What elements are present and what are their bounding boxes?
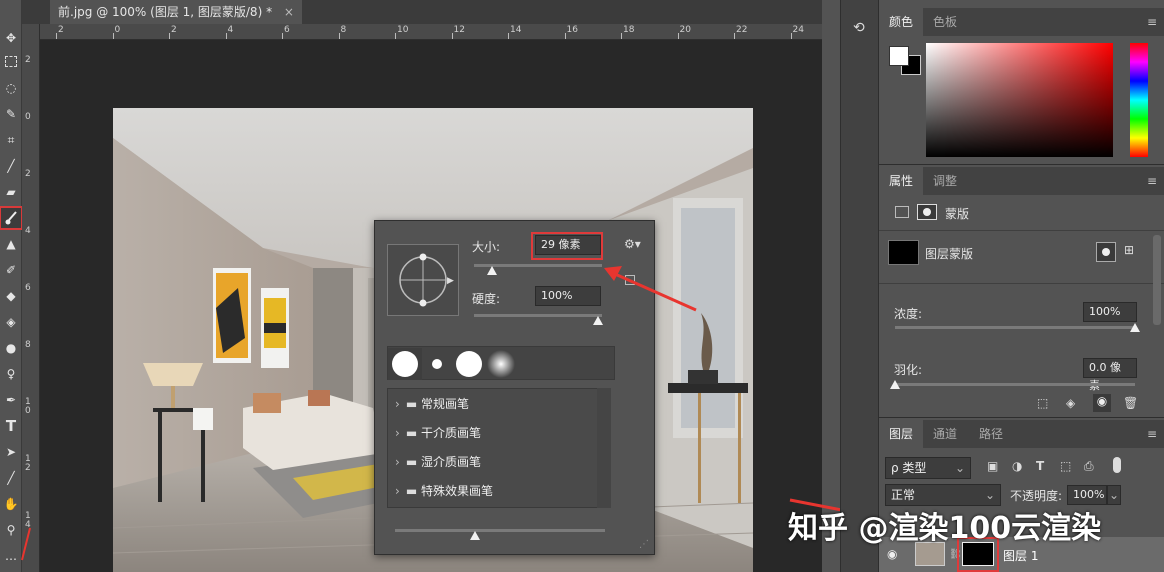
layer-filter-label: ρ 类型: [891, 461, 927, 475]
feather-input[interactable]: 0.0 像素: [1083, 358, 1137, 392]
history-icon[interactable]: ⟲: [853, 20, 865, 36]
load-selection-icon[interactable]: ⬚: [1037, 396, 1048, 410]
feather-slider-track[interactable]: [895, 383, 1135, 386]
vector-mask-icon[interactable]: [917, 204, 937, 220]
toggle-mask-visibility-icon[interactable]: ◉: [1093, 394, 1111, 412]
apply-mask-icon[interactable]: ◈: [1066, 396, 1075, 410]
feather-label: 羽化:: [894, 363, 923, 377]
tab-layers[interactable]: 图层: [879, 420, 924, 448]
density-label: 浓度:: [894, 307, 923, 321]
tab-properties[interactable]: 属性: [879, 167, 924, 195]
panel-divider: [879, 417, 1164, 418]
properties-scrollbar[interactable]: [1153, 235, 1161, 325]
filter-shape-icon[interactable]: ⬚: [1060, 459, 1071, 473]
filter-toggle-icon[interactable]: [1113, 457, 1121, 473]
foreground-color-swatch[interactable]: [889, 46, 909, 66]
panel-divider: [879, 164, 1164, 165]
tab-paths[interactable]: 路径: [969, 420, 1013, 448]
blend-mode-label: 正常: [891, 488, 916, 502]
density-slider-track[interactable]: [895, 326, 1135, 329]
mask-thumbnail: [888, 240, 919, 265]
tab-swatches[interactable]: 色板: [923, 8, 967, 36]
visibility-eye-icon[interactable]: ◉: [887, 547, 897, 561]
tab-channels[interactable]: 通道: [923, 420, 967, 448]
feather-slider-thumb[interactable]: [890, 380, 900, 389]
color-panel-tabs: 颜色 色板 ≡: [879, 8, 1164, 36]
filter-pixel-icon[interactable]: ▣: [987, 459, 998, 473]
layers-panel-menu-icon[interactable]: ≡: [1147, 427, 1159, 441]
hue-slider[interactable]: [1130, 43, 1148, 157]
layer-mask-label: 图层蒙版: [925, 247, 974, 261]
layers-panel-tabs: 图层 通道 路径 ≡: [879, 420, 1164, 448]
color-panel-menu-icon[interactable]: ≡: [1147, 15, 1159, 29]
filter-type-icon[interactable]: T: [1036, 459, 1044, 473]
watermark-text: 知乎 @渲染100云渲染: [788, 511, 1102, 546]
layer-filter-select[interactable]: ρ 类型 ⌄: [885, 457, 971, 479]
color-field[interactable]: [926, 43, 1113, 157]
tab-color[interactable]: 颜色: [879, 8, 924, 36]
layer-name: 图层 1: [1003, 549, 1039, 563]
opacity-input[interactable]: 100%: [1067, 485, 1107, 505]
filter-smart-object-icon[interactable]: ⎙: [1084, 459, 1094, 474]
properties-section-title: 蒙版: [945, 207, 970, 221]
density-input[interactable]: 100%: [1083, 302, 1137, 322]
panels-column: 颜色 色板 ≡ 属性 调整 ≡ 蒙版 图层蒙版 ⊞ 浓度: 100% 羽化: 0…: [878, 0, 1164, 572]
opacity-dropdown-icon[interactable]: ⌄: [1107, 485, 1121, 505]
panel-dock: ⟲: [840, 0, 878, 572]
select-mask-icon[interactable]: [1096, 242, 1116, 262]
properties-panel-tabs: 属性 调整 ≡: [879, 167, 1164, 195]
add-vector-mask-icon[interactable]: ⊞: [1124, 243, 1134, 257]
panel-divider: [879, 230, 1164, 231]
properties-panel-menu-icon[interactable]: ≡: [1147, 174, 1159, 188]
delete-mask-icon[interactable]: 🗑: [1123, 396, 1138, 410]
filter-adjustment-icon[interactable]: ◑: [1012, 459, 1022, 473]
panel-divider: [879, 283, 1164, 284]
opacity-label: 不透明度:: [1010, 489, 1063, 503]
density-slider-thumb[interactable]: [1130, 323, 1140, 332]
tab-adjustments[interactable]: 调整: [923, 167, 967, 195]
pixel-mask-icon[interactable]: [895, 206, 909, 218]
